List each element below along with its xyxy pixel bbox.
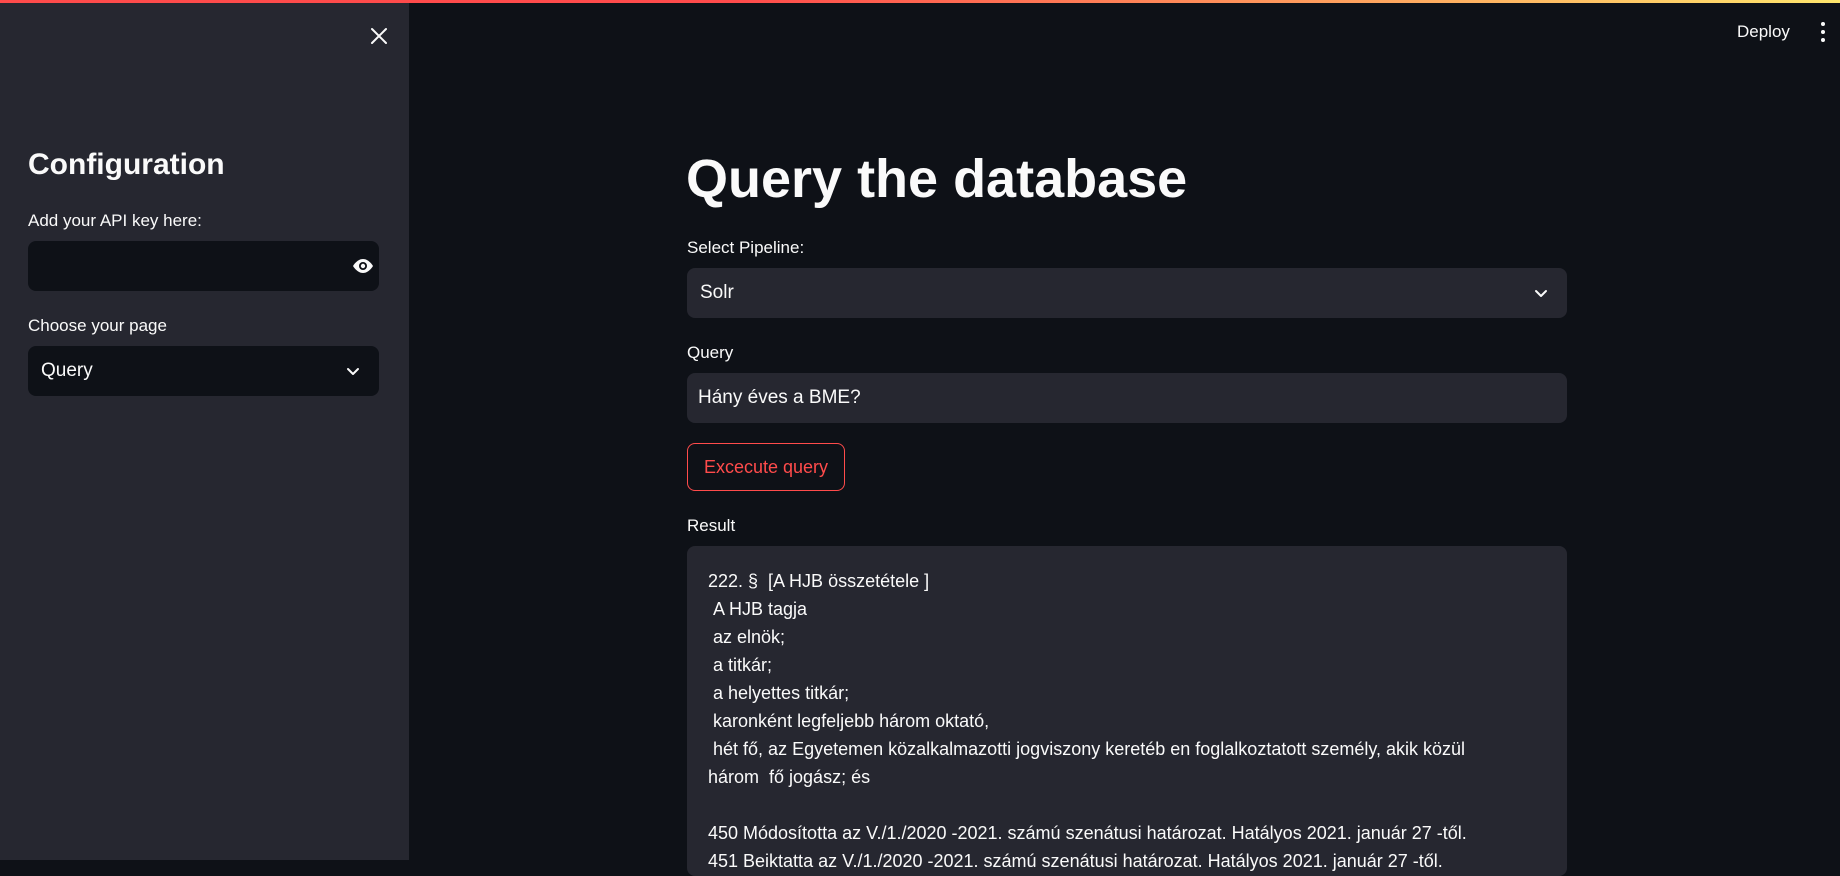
result-text-area[interactable]: 222. § [A HJB összetétele ] A HJB tagja … bbox=[687, 546, 1567, 876]
page-select-label: Choose your page bbox=[28, 316, 167, 335]
result-text: 222. § [A HJB összetétele ] A HJB tagja … bbox=[708, 571, 1467, 871]
pipeline-select-label: Select Pipeline: bbox=[687, 238, 805, 257]
eye-icon bbox=[353, 259, 373, 273]
close-sidebar-button[interactable] bbox=[363, 20, 395, 52]
query-label: Query bbox=[687, 343, 734, 362]
deploy-button[interactable]: Deploy bbox=[1737, 22, 1790, 42]
api-key-input[interactable] bbox=[28, 241, 318, 291]
result-label: Result bbox=[687, 516, 736, 535]
kebab-menu-icon bbox=[1821, 22, 1825, 26]
query-field bbox=[687, 373, 1567, 423]
chevron-down-icon bbox=[1535, 290, 1547, 297]
api-key-label: Add your API key here: bbox=[28, 211, 202, 230]
page-select-value: Query bbox=[41, 360, 93, 381]
toggle-visibility-button[interactable] bbox=[350, 254, 376, 278]
main-menu-button[interactable] bbox=[1815, 20, 1831, 44]
query-input[interactable] bbox=[687, 373, 1567, 423]
chevron-down-icon bbox=[347, 368, 359, 375]
top-decoration-bar bbox=[0, 0, 1840, 3]
api-key-field bbox=[28, 241, 379, 291]
sidebar: Configuration Add your API key here: Cho… bbox=[0, 0, 409, 860]
page-title: Query the database bbox=[686, 149, 1188, 209]
execute-query-button[interactable]: Excecute query bbox=[687, 443, 845, 491]
page-select[interactable]: Query bbox=[28, 346, 379, 396]
close-icon bbox=[371, 28, 387, 44]
pipeline-select[interactable]: Solr bbox=[687, 268, 1567, 318]
pipeline-select-value: Solr bbox=[700, 282, 734, 303]
sidebar-title: Configuration bbox=[28, 148, 225, 181]
